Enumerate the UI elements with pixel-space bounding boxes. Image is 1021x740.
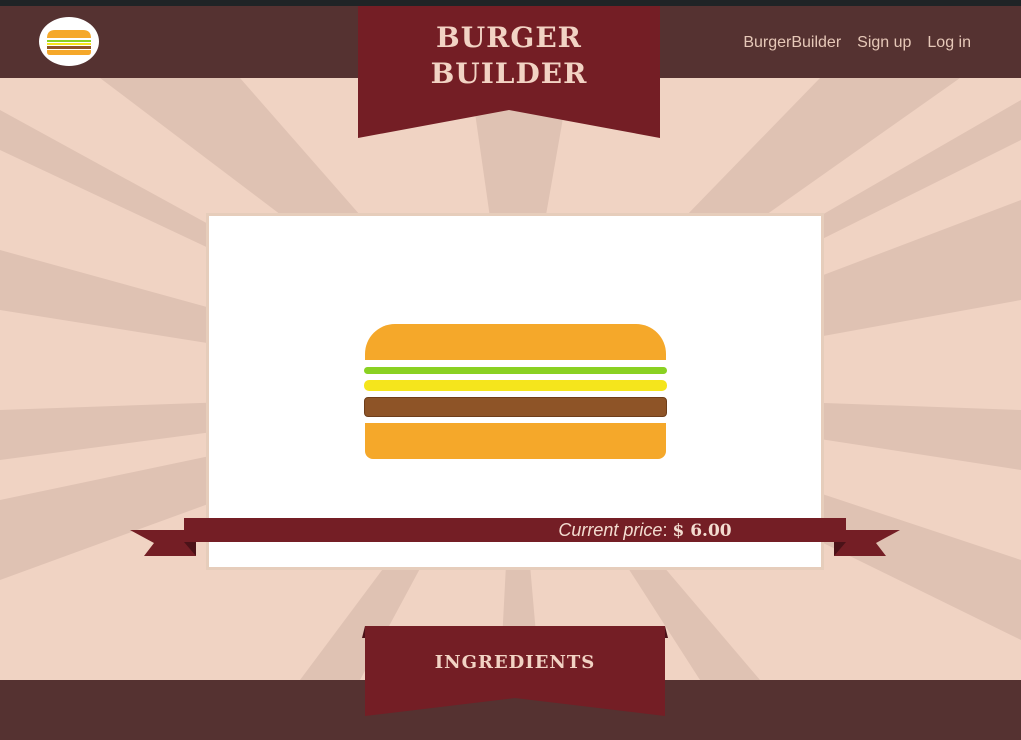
price-colon: :: [662, 520, 673, 540]
app-title: BURGER BUILDER: [358, 20, 660, 92]
ingredients-banner: INGREDIENTS: [362, 626, 668, 718]
title-banner: BURGER BUILDER: [358, 6, 660, 138]
current-price: Current price: $ 6.00: [314, 518, 976, 543]
meat-layer: [364, 397, 667, 417]
bun-bottom: [365, 423, 666, 459]
nav-link-signup[interactable]: Sign up: [857, 34, 911, 52]
burger-icon: [47, 29, 91, 55]
top-nav: BurgerBuilder Sign up Log in: [743, 34, 971, 52]
price-value: $ 6.00: [672, 521, 732, 541]
cheese-layer: [364, 380, 667, 391]
ingredients-title: INGREDIENTS: [434, 652, 596, 673]
price-label: Current price: [558, 520, 663, 540]
burger-preview: [364, 324, 668, 460]
app-title-line2: BUILDER: [430, 57, 588, 90]
logo[interactable]: [39, 17, 99, 66]
bun-top: [365, 324, 666, 360]
nav-link-login[interactable]: Log in: [927, 34, 971, 52]
lettuce-layer: [364, 367, 667, 374]
app-title-line1: BURGER: [436, 21, 582, 54]
price-ribbon: Current price: $ 6.00: [130, 516, 900, 558]
nav-link-burgerbuilder[interactable]: BurgerBuilder: [743, 34, 841, 52]
